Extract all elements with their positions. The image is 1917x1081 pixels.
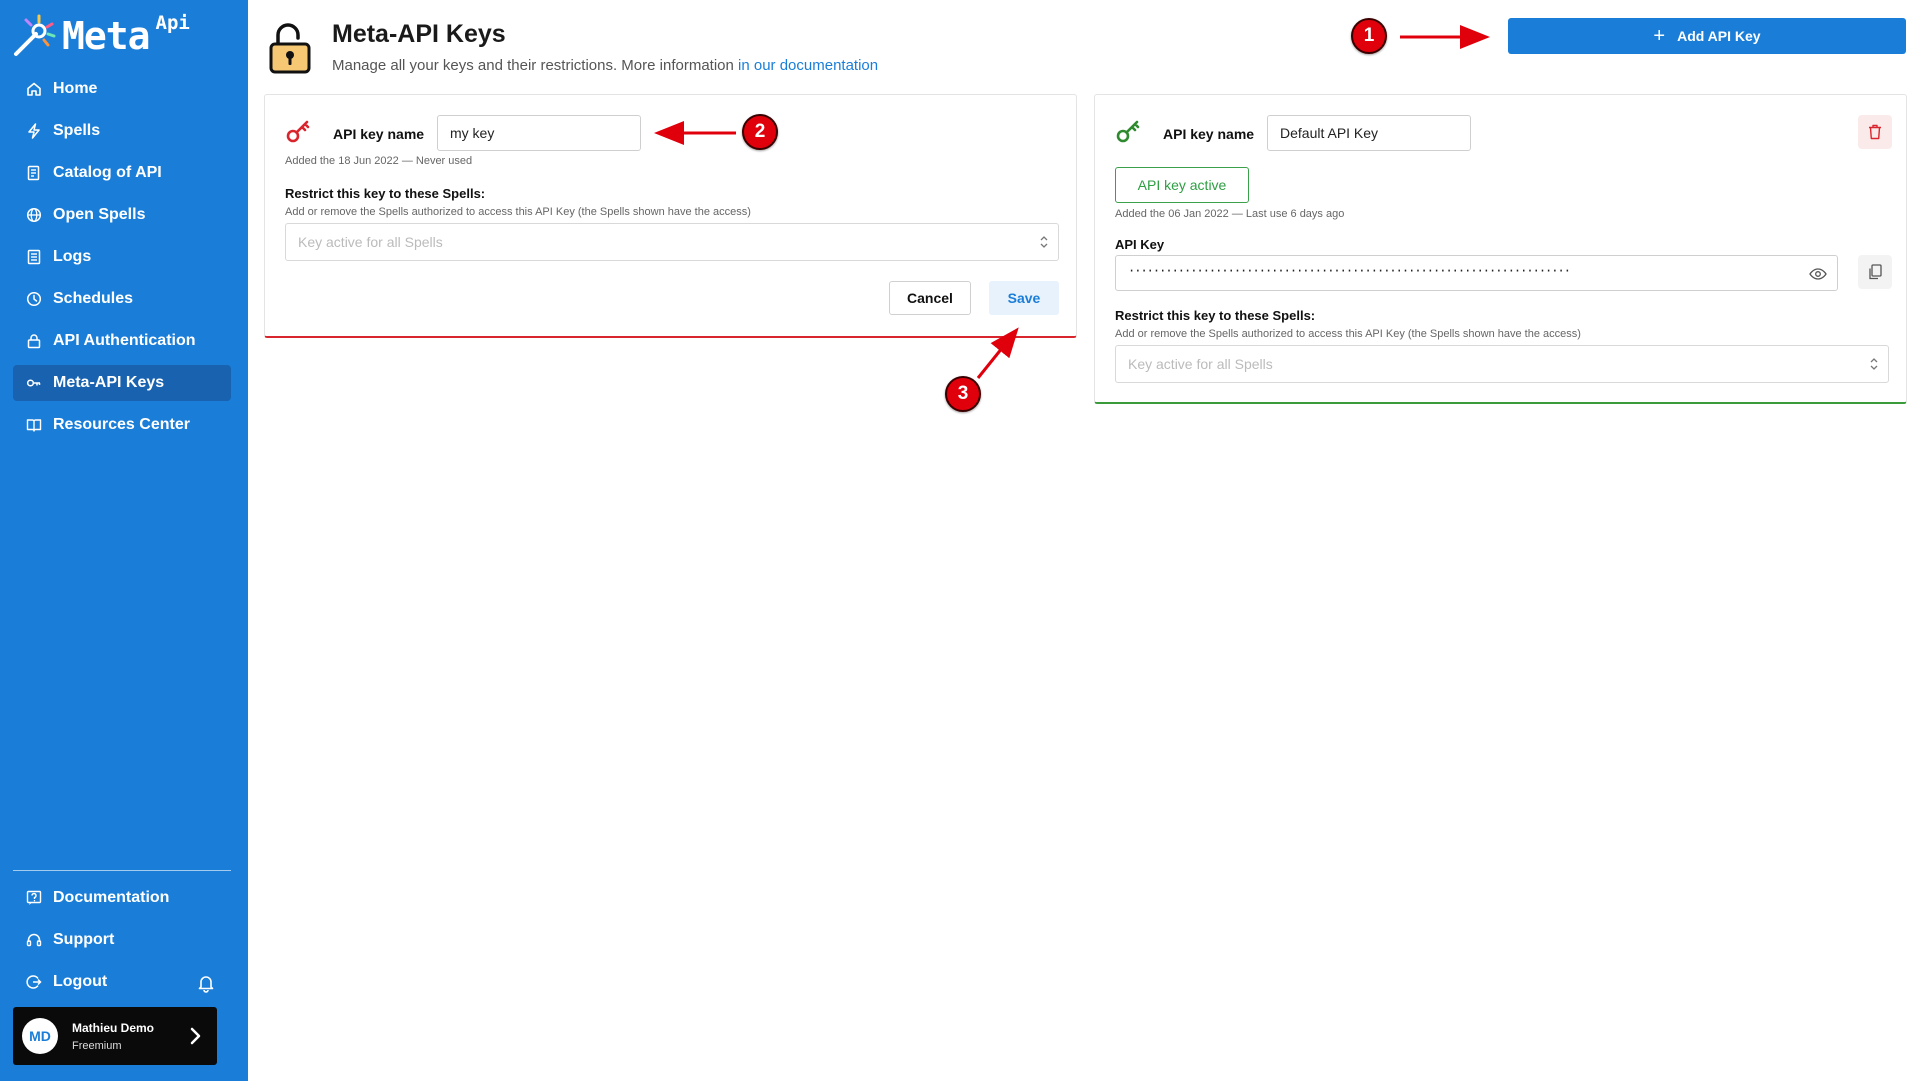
key-icon — [25, 374, 43, 392]
headset-icon — [25, 931, 43, 949]
user-info: Mathieu Demo Freemium — [72, 1021, 154, 1052]
add-api-key-button[interactable]: + Add API Key — [1508, 18, 1906, 54]
sidebar-item-spells[interactable]: Spells — [13, 113, 231, 149]
page-title: Meta-API Keys — [332, 20, 506, 48]
logs-icon — [25, 248, 43, 266]
page-subtitle: Manage all your keys and their restricti… — [332, 57, 878, 74]
clock-icon — [25, 290, 43, 308]
delete-key-button[interactable] — [1858, 115, 1892, 149]
red-key-icon — [286, 120, 310, 143]
plus-icon: + — [1653, 25, 1666, 47]
sidebar-item-label: Catalog of API — [53, 164, 162, 181]
logout-icon — [25, 973, 43, 991]
annotation-marker-1: 1 — [1351, 18, 1387, 54]
sidebar-item-label: Logs — [53, 248, 92, 265]
sidebar-item-home[interactable]: Home — [13, 71, 231, 107]
default-api-key-card: API key name Default API Key API key act… — [1094, 94, 1907, 404]
restrict-spells-label: Restrict this key to these Spells: — [1115, 308, 1316, 323]
select-caret-icon — [1870, 358, 1878, 370]
sidebar-nav: Home Spells Catalog of API Open Spells L… — [13, 71, 231, 449]
sidebar-item-label: API Authentication — [53, 332, 196, 349]
sidebar-divider — [13, 870, 231, 871]
api-key-name-label: API key name — [1163, 126, 1255, 142]
sidebar-item-label: Documentation — [53, 889, 170, 906]
restrict-spells-help: Add or remove the Spells authorized to a… — [285, 206, 751, 218]
app-logo[interactable]: Meta Api — [12, 12, 190, 62]
user-name: Mathieu Demo — [72, 1020, 155, 1035]
sidebar-item-label: Logout — [53, 973, 108, 990]
sidebar-item-label: Support — [53, 931, 115, 948]
spells-select-placeholder: Key active for all Spells — [1128, 356, 1273, 372]
sidebar: Meta Api Home Spells Catalog of API Open… — [0, 0, 248, 1081]
bell-icon[interactable] — [196, 973, 216, 993]
annotation-arrow-3 — [976, 327, 1019, 379]
globe-icon — [25, 206, 43, 224]
sidebar-item-label: Meta-API Keys — [53, 374, 165, 391]
added-date-text: Added the 06 Jan 2022 — Last use 6 days … — [1115, 208, 1345, 220]
copy-icon — [1869, 264, 1882, 280]
sidebar-item-documentation[interactable]: Documentation — [13, 880, 231, 916]
lock-icon — [25, 332, 43, 350]
sidebar-item-support[interactable]: Support — [13, 922, 231, 958]
annotation-marker-3: 3 — [945, 376, 981, 412]
sidebar-item-label: Open Spells — [53, 206, 146, 223]
magic-wand-logo-icon — [14, 14, 56, 56]
bolt-icon — [25, 122, 43, 140]
sidebar-item-schedules[interactable]: Schedules — [13, 281, 231, 317]
save-button[interactable]: Save — [989, 281, 1059, 315]
spells-select[interactable]: Key active for all Spells — [285, 223, 1059, 261]
sidebar-item-open-spells[interactable]: Open Spells — [13, 197, 231, 233]
sidebar-item-meta-api-keys[interactable]: Meta-API Keys — [13, 365, 231, 401]
sidebar-item-label: Home — [53, 80, 98, 97]
sidebar-item-catalog[interactable]: Catalog of API — [13, 155, 231, 191]
restrict-spells-help: Add or remove the Spells authorized to a… — [1115, 328, 1581, 340]
cancel-button[interactable]: Cancel — [889, 281, 971, 315]
sidebar-item-logs[interactable]: Logs — [13, 239, 231, 275]
api-key-label: API Key — [1115, 237, 1165, 252]
catalog-icon — [25, 164, 43, 182]
spells-select[interactable]: Key active for all Spells — [1115, 345, 1889, 383]
api-key-name-input[interactable]: my key — [437, 115, 641, 151]
logo-superscript: Api — [155, 12, 190, 34]
sidebar-item-resources-center[interactable]: Resources Center — [13, 407, 231, 443]
api-key-field[interactable]: ········································… — [1115, 255, 1838, 291]
add-api-key-label: Add API Key — [1677, 28, 1761, 44]
select-caret-icon — [1040, 236, 1048, 248]
api-key-masked-value: ········································… — [1128, 264, 1571, 278]
copy-key-button[interactable] — [1858, 255, 1892, 289]
annotation-marker-2: 2 — [742, 114, 778, 150]
api-key-name-label: API key name — [333, 126, 425, 142]
subtitle-text: Manage all your keys and their restricti… — [332, 57, 739, 74]
user-plan: Freemium — [72, 1039, 122, 1052]
sidebar-item-label: Resources Center — [53, 416, 190, 433]
logo-text: Meta — [62, 14, 151, 58]
spells-select-placeholder: Key active for all Spells — [298, 234, 443, 250]
sidebar-item-label: Spells — [53, 122, 101, 139]
sidebar-item-api-authentication[interactable]: API Authentication — [13, 323, 231, 359]
restrict-spells-label: Restrict this key to these Spells: — [285, 186, 486, 201]
chevron-right-icon — [190, 1027, 201, 1045]
green-key-icon — [1116, 120, 1140, 143]
new-api-key-card: API key name my key Added the 18 Jun 202… — [264, 94, 1077, 338]
documentation-link[interactable]: in our documentation — [738, 57, 878, 74]
trash-icon — [1869, 124, 1881, 140]
avatar: MD — [22, 1018, 58, 1054]
eye-icon[interactable] — [1809, 265, 1827, 283]
book-icon — [25, 416, 43, 434]
added-date-text: Added the 18 Jun 2022 — Never used — [285, 155, 473, 167]
api-key-active-toggle[interactable]: API key active — [1115, 167, 1249, 203]
home-icon — [25, 80, 43, 98]
help-icon — [25, 889, 43, 907]
api-key-name-input[interactable]: Default API Key — [1267, 115, 1471, 151]
user-profile-card[interactable]: MD Mathieu Demo Freemium — [13, 1007, 217, 1065]
open-padlock-icon — [269, 23, 311, 74]
sidebar-item-label: Schedules — [53, 290, 134, 307]
